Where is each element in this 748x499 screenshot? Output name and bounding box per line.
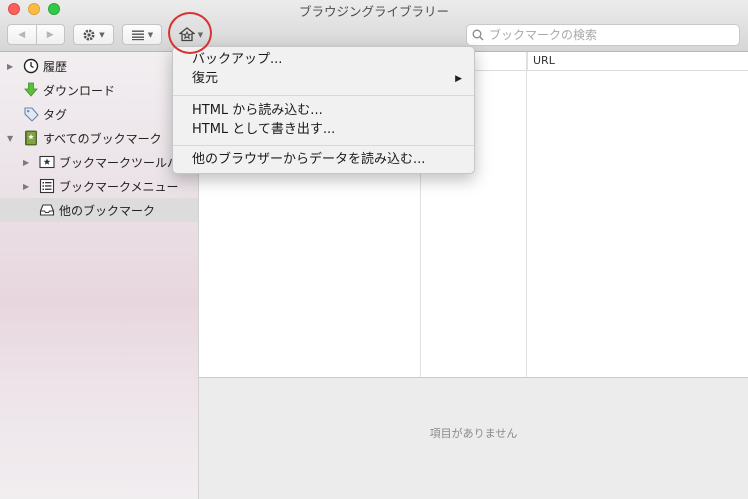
menu-separator (173, 95, 474, 98)
menu-item-label: 他のブラウザーからデータを読み込む... (192, 152, 426, 167)
column-divider (526, 52, 527, 377)
menu-item-import-other-browser[interactable]: 他のブラウザーからデータを読み込む... (173, 151, 474, 169)
sidebar: ▶ 履歴 ダウンロード タグ ▼ すべてのブックマーク ▶ ブックマークツール … (0, 52, 199, 499)
sidebar-item-label: ブックマークツールバー (59, 155, 177, 170)
menu-item-label: 復元 (192, 71, 219, 86)
import-backup-menu: バックアップ... 復元 ▶ HTML から読み込む... HTML として書き出… (172, 46, 475, 174)
sidebar-item-label: ブックマークメニュー (59, 179, 179, 194)
menu-item-label: HTML から読み込む... (192, 103, 323, 118)
back-forward-control: ◀ ▶ (7, 24, 65, 45)
gear-icon (83, 29, 95, 40)
sidebar-item-history[interactable]: ▶ 履歴 (0, 54, 198, 78)
disclosure-right-icon[interactable]: ▶ (23, 158, 29, 167)
menu-item-label: バックアップ... (192, 52, 283, 67)
submenu-arrow-icon: ▶ (455, 74, 462, 84)
sidebar-item-downloads[interactable]: ダウンロード (0, 78, 198, 102)
sidebar-item-label: タグ (43, 107, 68, 122)
sidebar-item-label: 履歴 (43, 59, 68, 74)
back-arrow-icon[interactable]: ◀ (8, 25, 37, 44)
chevron-down-icon: ▼ (147, 30, 154, 39)
details-pane: 項目がありません (199, 377, 748, 499)
download-arrow-icon (23, 82, 39, 98)
sidebar-item-label: すべてのブックマーク (43, 131, 162, 146)
organize-button[interactable]: ▼ (73, 24, 114, 45)
tag-icon (23, 106, 39, 122)
disclosure-right-icon[interactable]: ▶ (7, 62, 13, 71)
search-field[interactable] (466, 24, 740, 46)
disclosure-down-icon[interactable]: ▼ (7, 134, 13, 143)
views-button[interactable]: ▼ (122, 24, 162, 45)
import-backup-button[interactable]: ▼ (172, 24, 210, 45)
menu-list-icon (39, 178, 55, 194)
star-toolbar-icon (39, 154, 55, 170)
menu-item-backup[interactable]: バックアップ... (173, 51, 474, 69)
sidebar-item-label: 他のブックマーク (59, 203, 156, 218)
sidebar-item-label: ダウンロード (43, 83, 116, 98)
import-star-icon (178, 27, 195, 42)
empty-state-text: 項目がありません (429, 427, 518, 440)
title-bar: ブラウジングライブラリー ◀ ▶ ▼ ▼ ▼ ブックマークの検索 (0, 0, 748, 52)
sidebar-item-all-bookmarks[interactable]: ▼ すべてのブックマーク (0, 126, 198, 150)
menu-item-import-html[interactable]: HTML から読み込む... (173, 102, 474, 120)
library-window: ブラウジングライブラリー ◀ ▶ ▼ ▼ ▼ ブックマークの検索 ▶ 履歴 ダウ… (0, 0, 748, 499)
menu-separator (173, 145, 474, 148)
menu-item-label: HTML として書き出す... (192, 122, 336, 137)
list-view-icon (131, 30, 144, 40)
bookmarks-book-icon (23, 130, 39, 146)
search-input[interactable] (487, 27, 731, 43)
sidebar-item-tags[interactable]: タグ (0, 102, 198, 126)
search-icon (472, 29, 484, 41)
tray-icon (39, 202, 55, 218)
disclosure-right-icon[interactable]: ▶ (23, 182, 29, 191)
sidebar-item-other-bookmarks[interactable]: 他のブックマーク (0, 198, 198, 222)
menu-item-restore[interactable]: 復元 ▶ (173, 70, 474, 88)
clock-icon (23, 58, 39, 74)
menu-item-export-html[interactable]: HTML として書き出す... (173, 121, 474, 139)
window-title: ブラウジングライブラリー (298, 4, 449, 19)
column-header-url[interactable]: URL (527, 52, 748, 71)
chevron-down-icon: ▼ (99, 30, 105, 39)
sidebar-item-bookmarks-toolbar[interactable]: ▶ ブックマークツールバー (0, 150, 198, 174)
forward-arrow-icon[interactable]: ▶ (37, 25, 65, 44)
sidebar-item-bookmarks-menu[interactable]: ▶ ブックマークメニュー (0, 174, 198, 198)
chevron-down-icon: ▼ (197, 30, 204, 39)
